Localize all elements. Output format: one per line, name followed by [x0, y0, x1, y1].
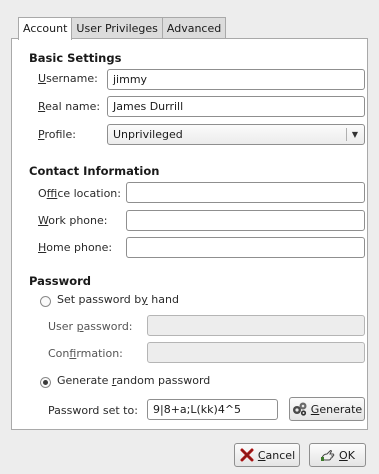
profile-combo-value: Unprivileged	[113, 128, 183, 141]
office-label-mnemonic: f	[46, 187, 58, 200]
username-label-mnemonic: U	[38, 72, 47, 85]
work-label-mnemonic: W	[38, 214, 49, 227]
office-label-part1: O	[38, 187, 47, 200]
set-by-hand-part1: Set password b	[57, 293, 142, 306]
set-by-hand-radio[interactable]	[40, 296, 51, 307]
profile-label: Profile:	[38, 128, 76, 141]
x-cancel-icon	[240, 448, 254, 462]
chevron-down-icon: ▼	[351, 130, 359, 139]
combo-separator	[346, 128, 347, 141]
tab-bar: Account User Privileges Advanced	[18, 17, 227, 40]
user-password-part1: User	[48, 320, 77, 333]
cancel-button[interactable]: Cancel	[234, 443, 300, 467]
set-by-hand-rest: hand	[147, 293, 179, 306]
home-phone-field[interactable]	[126, 237, 365, 258]
user-password-mnemonic: p	[76, 320, 84, 333]
password-set-to-field[interactable]: 9|8+a;L(kk)4^5	[147, 399, 278, 420]
profile-label-rest: rofile:	[44, 128, 76, 141]
ok-rest: K	[347, 448, 355, 462]
contact-information-title: Contact Information	[29, 164, 160, 178]
profile-combo[interactable]: Unprivileged ▼	[107, 124, 365, 145]
confirmation-label: Confirmation:	[48, 347, 123, 360]
generate-random-label[interactable]: Generate random password	[57, 374, 210, 387]
generate-button-rest: enerate	[319, 402, 363, 416]
tab-account[interactable]: Account	[18, 17, 73, 40]
office-label-rest: fice location:	[57, 187, 121, 200]
generate-part1: Generate	[57, 374, 112, 387]
cancel-mnemonic: C	[257, 448, 266, 462]
realname-label-rest: eal name:	[45, 100, 101, 113]
ok-mnemonic: O	[339, 448, 348, 462]
generate-button-mnemonic: G	[310, 402, 320, 416]
home-phone-label: Home phone:	[38, 241, 112, 254]
realname-label: Real name:	[38, 100, 100, 113]
user-account-dialog: Account User Privileges Advanced Basic S…	[0, 0, 379, 474]
user-password-rest: assword:	[83, 320, 133, 333]
ok-button[interactable]: OK	[309, 443, 366, 467]
username-label-rest: sername:	[46, 72, 98, 85]
work-phone-label: Work phone:	[38, 214, 107, 227]
office-location-field[interactable]	[126, 182, 365, 203]
password-set-to-label: Password set to:	[48, 404, 138, 417]
tab-user-privileges[interactable]: User Privileges	[71, 17, 163, 39]
confirmation-rest: irmation:	[76, 347, 123, 360]
password-title: Password	[29, 274, 91, 288]
confirmation-field[interactable]	[147, 342, 365, 363]
username-label: Username:	[38, 72, 98, 85]
cancel-rest: ancel	[265, 448, 296, 462]
office-location-label: Office location:	[38, 187, 121, 200]
user-password-field[interactable]	[147, 315, 365, 336]
generate-random-radio[interactable]	[40, 377, 51, 388]
realname-field[interactable]: James Durrill	[107, 96, 365, 117]
home-label-rest: ome phone:	[46, 241, 113, 254]
ok-hand-icon	[321, 450, 335, 461]
confirmation-part1: Con	[48, 347, 70, 360]
generate-rest: andom password	[116, 374, 211, 387]
set-by-hand-label[interactable]: Set password by hand	[57, 293, 179, 306]
gears-icon	[292, 402, 307, 416]
user-password-label: User password:	[48, 320, 133, 333]
work-label-rest: ork phone:	[48, 214, 108, 227]
tab-advanced[interactable]: Advanced	[161, 17, 227, 39]
account-panel: Basic Settings Username: jimmy Real name…	[11, 38, 368, 430]
basic-settings-title: Basic Settings	[29, 51, 122, 65]
generate-button[interactable]: Generate	[289, 397, 365, 421]
work-phone-field[interactable]	[126, 210, 365, 231]
username-field[interactable]: jimmy	[107, 69, 365, 90]
